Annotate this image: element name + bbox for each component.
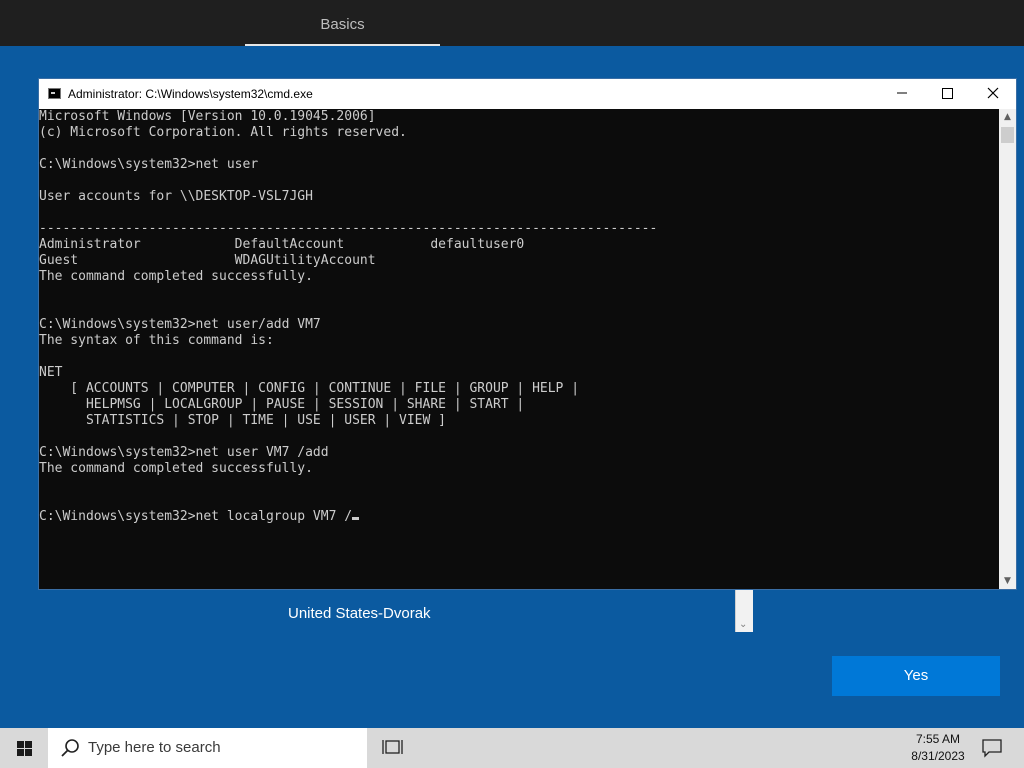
cmd-window[interactable]: Administrator: C:\Windows\system32\cmd.e… bbox=[39, 79, 1016, 589]
minimize-icon bbox=[897, 92, 907, 94]
console-line: The command completed successfully. bbox=[39, 461, 313, 476]
start-button[interactable] bbox=[0, 728, 48, 768]
console-line: ----------------------------------------… bbox=[39, 221, 658, 236]
console-line: The syntax of this command is: bbox=[39, 333, 274, 348]
scroll-up-arrow-icon[interactable]: ▲ bbox=[999, 112, 1016, 122]
console-line: The command completed successfully. bbox=[39, 269, 313, 284]
cmd-titlebar[interactable]: Administrator: C:\Windows\system32\cmd.e… bbox=[39, 79, 1016, 109]
console-line: C:\Windows\system32>net user/add VM7 bbox=[39, 317, 321, 332]
console-line: C:\Windows\system32>net user VM7 /add bbox=[39, 445, 329, 460]
window-title: Administrator: C:\Windows\system32\cmd.e… bbox=[68, 87, 313, 101]
maximize-button[interactable] bbox=[924, 79, 970, 109]
text-cursor bbox=[352, 517, 360, 520]
close-icon bbox=[987, 87, 999, 99]
oobe-header: Basics bbox=[0, 0, 1024, 46]
console-output[interactable]: Microsoft Windows [Version 10.0.19045.20… bbox=[39, 109, 999, 589]
console-line: (c) Microsoft Corporation. All rights re… bbox=[39, 125, 407, 140]
taskbar-clock[interactable]: 7:55 AM 8/31/2023 bbox=[900, 731, 976, 765]
close-button[interactable] bbox=[970, 79, 1016, 109]
console-line: Microsoft Windows [Version 10.0.19045.20… bbox=[39, 109, 376, 124]
taskbar-search-box[interactable]: Type here to search bbox=[48, 728, 367, 768]
clock-time: 7:55 AM bbox=[915, 732, 961, 746]
search-icon bbox=[61, 739, 79, 757]
scroll-down-arrow-icon[interactable]: ▼ bbox=[999, 576, 1016, 586]
scrollbar-thumb[interactable] bbox=[1001, 127, 1014, 143]
chevron-down-icon[interactable]: ⌄ bbox=[739, 619, 747, 630]
clock-date: 8/31/2023 bbox=[911, 749, 965, 763]
notification-icon[interactable] bbox=[980, 736, 1004, 760]
console-line: NET bbox=[39, 365, 63, 380]
tab-basics[interactable]: Basics bbox=[245, 0, 440, 46]
minimize-button[interactable] bbox=[879, 79, 925, 109]
task-view-icon[interactable] bbox=[380, 736, 404, 760]
console-line: Guest WDAGUtilityAccount bbox=[39, 253, 376, 268]
console-line: STATISTICS | STOP | TIME | USE | USER | … bbox=[39, 413, 446, 428]
maximize-icon bbox=[941, 87, 953, 99]
tab-selected-indicator bbox=[245, 44, 440, 46]
console-line: Administrator DefaultAccount defaultuser… bbox=[39, 237, 525, 252]
yes-button[interactable]: Yes bbox=[832, 656, 1000, 696]
console-line: C:\Windows\system32>net user bbox=[39, 157, 259, 172]
windows-start-icon bbox=[17, 741, 32, 756]
search-placeholder: Type here to search bbox=[88, 739, 221, 756]
keyboard-layout-item[interactable]: United States-Dvorak bbox=[288, 605, 431, 622]
cmd-app-icon[interactable] bbox=[48, 88, 61, 99]
console-prompt: C:\Windows\system32>net localgroup VM7 / bbox=[39, 509, 353, 524]
console-line: User accounts for \\DESKTOP-VSL7JGH bbox=[39, 189, 313, 204]
console-scrollbar[interactable]: ▲ ▼ bbox=[999, 109, 1016, 589]
console-line: [ ACCOUNTS | COMPUTER | CONFIG | CONTINU… bbox=[39, 381, 580, 396]
taskbar: Type here to search 7:55 AM 8/31/2023 bbox=[0, 728, 1024, 768]
layout-list-scrollbar[interactable]: ⌄ bbox=[735, 588, 753, 632]
console-line: HELPMSG | LOCALGROUP | PAUSE | SESSION |… bbox=[39, 397, 525, 412]
console-prompt-line[interactable]: C:\Windows\system32>net localgroup VM7 / bbox=[39, 509, 360, 525]
